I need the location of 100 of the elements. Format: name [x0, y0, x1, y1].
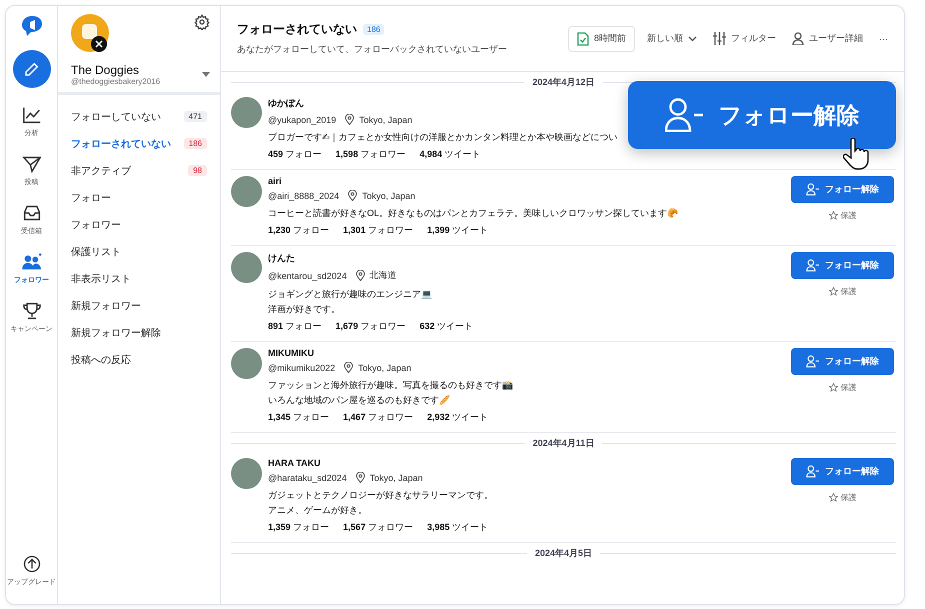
star-icon [828, 493, 838, 502]
account-name: The Doggies [71, 63, 140, 77]
menu-item-label: フォローしていない [71, 110, 161, 124]
trophy-icon [22, 302, 42, 320]
user-handle: @kentarou_sd2024 [268, 270, 347, 280]
sync-time-button[interactable]: 8時間前 [568, 26, 635, 52]
star-icon [828, 211, 838, 220]
date-separator: 2024年4月11日 [532, 437, 594, 450]
settings-icon[interactable] [194, 14, 210, 30]
hand-cursor-icon [843, 138, 869, 170]
user-bio: ジョギングと旅行が趣味のエンジニア💻 洋画が好きです。 [268, 288, 433, 316]
compose-button[interactable] [12, 50, 50, 88]
unfollow-button[interactable]: フォロー解除 [791, 458, 894, 485]
unfollow-button[interactable]: フォロー解除 [791, 252, 894, 279]
location-pin-icon [348, 190, 358, 201]
dropdown-caret-icon[interactable] [202, 72, 210, 77]
sidebar-menu-item[interactable]: フォロー [58, 184, 220, 211]
user-stat: 1,467 フォロワー [343, 411, 414, 424]
user-name: ゆかぽん [268, 97, 304, 110]
sidebar-menu-item[interactable]: フォロワー [58, 211, 220, 238]
user-location: Tokyo, Japan [358, 362, 412, 372]
user-minus-icon [806, 259, 819, 272]
sidebar-menu-item[interactable]: フォローしていない 471 [58, 103, 220, 130]
document-check-icon [576, 32, 589, 46]
user-minus-icon [664, 98, 702, 132]
user-stat: 1,230 フォロー [268, 224, 330, 237]
user-bio: コーヒーと読書が好きなOL。好きなものはパンとカフェラテ。美味しいクロワッサン探しています🥐 [268, 207, 680, 220]
count-badge: 471 [184, 111, 207, 122]
user-stat: 4,984 ツイート [420, 148, 481, 161]
more-button[interactable]: ··· [875, 30, 892, 48]
sidebar-menu-item[interactable]: 保護リスト [58, 238, 220, 265]
avatar-photo-placeholder [231, 97, 262, 128]
user-location: Tokyo, Japan [359, 114, 412, 124]
avatar-photo-placeholder [231, 348, 262, 379]
menu-item-label: フォロワー [71, 218, 121, 232]
sidebar-menu-item[interactable]: 新規フォロワー [58, 292, 220, 319]
location-pin-icon [356, 270, 365, 281]
protect-button[interactable]: 保護 [822, 285, 862, 298]
sidebar-menu-item[interactable]: フォローされていない 186 [58, 130, 220, 157]
avatar-photo-placeholder [231, 252, 262, 283]
menu-item-label: フォロー [71, 192, 111, 204]
user-details-button[interactable]: ユーザー詳細 [788, 28, 867, 49]
sort-dropdown[interactable]: 新しい順 [643, 28, 701, 49]
user-stat: 1,567 フォロワー [343, 521, 414, 534]
avatar-photo-placeholder [231, 176, 262, 207]
user-bio: ガジェットとテクノロジーが好きなサラリーマンです。 アニメ、ゲームが好き。 [268, 489, 494, 517]
user-name: MIKUMIKU [268, 348, 314, 358]
sidebar-menu-item[interactable]: 非アクティブ 98 [58, 157, 220, 184]
line-chart-icon [22, 106, 42, 124]
menu-item-label: 非表示リスト [71, 272, 131, 286]
menu-item-label: フォローされていない [71, 138, 171, 150]
menu-item-label: 保護リスト [71, 246, 121, 258]
unfollow-button[interactable]: フォロー解除 [791, 348, 894, 375]
date-separator: 2024年4月12日 [532, 76, 595, 89]
user-handle: @mikumiku2022 [268, 362, 336, 372]
page-subtitle: あなたがフォローしていて、フォローバックされていないユーザー [237, 43, 508, 56]
unfollow-callout-button[interactable]: フォロー解除 [628, 81, 896, 149]
user-stat: 2,932 ツイート [427, 411, 488, 424]
star-icon [828, 287, 838, 296]
star-icon [828, 383, 838, 392]
user-stat: 1,301 フォロワー [343, 224, 414, 237]
account-handle: @thedoggiesbakery2016 [71, 77, 160, 86]
user-handle: @yukapon_2019 [268, 114, 336, 124]
sidebar-menu-item[interactable]: 投稿への反応 [58, 346, 220, 373]
filter-button[interactable]: フィルター [709, 28, 780, 49]
user-stat: 1,399 ツイート [427, 224, 488, 237]
user-name: airi [268, 176, 282, 186]
user-stat: 459 フォロー [268, 148, 322, 161]
user-minus-icon [806, 465, 819, 478]
user-bio: ブロガーです✍｜カフェとか女性向けの洋服とかカンタン料理とか本や映画などについ [268, 131, 619, 144]
user-handle: @airi_8888_2024 [268, 190, 340, 200]
protect-button[interactable]: 保護 [822, 209, 862, 222]
inbox-icon [22, 204, 42, 222]
protect-button[interactable]: 保護 [822, 491, 862, 504]
user-stat: 1,679 フォロワー [336, 320, 406, 333]
count-badge: 98 [188, 165, 207, 176]
unfollow-button[interactable]: フォロー解除 [791, 176, 894, 203]
menu-item-label: 非アクティブ [71, 164, 131, 178]
sliders-icon [713, 32, 726, 45]
chevron-down-icon [688, 36, 697, 42]
user-stat: 891 フォロー [268, 320, 322, 333]
menu-item-label: 新規フォロワー解除 [71, 326, 161, 340]
sidebar-menu-item[interactable]: 新規フォロワー解除 [58, 319, 220, 346]
user-location: 北海道 [370, 269, 397, 282]
location-pin-icon [356, 472, 365, 483]
user-stat: 632 ツイート [420, 320, 474, 333]
sidebar-menu-item[interactable]: 非表示リスト [58, 265, 220, 292]
user-location: Tokyo, Japan [370, 472, 423, 482]
count-badge: 186 [363, 24, 384, 35]
location-pin-icon [345, 114, 354, 125]
megaphone-logo-icon [20, 14, 44, 38]
page-title: フォローされていない [237, 21, 357, 38]
user-name: HARA TAKU [268, 458, 320, 468]
user-name: けんた [268, 252, 295, 265]
user-handle: @harataku_sd2024 [268, 472, 347, 482]
users-icon [22, 253, 42, 271]
user-stat: 1,345 フォロー [268, 411, 330, 424]
location-pin-icon [344, 362, 354, 373]
menu-item-label: 投稿への反応 [71, 354, 131, 366]
protect-button[interactable]: 保護 [822, 381, 862, 394]
